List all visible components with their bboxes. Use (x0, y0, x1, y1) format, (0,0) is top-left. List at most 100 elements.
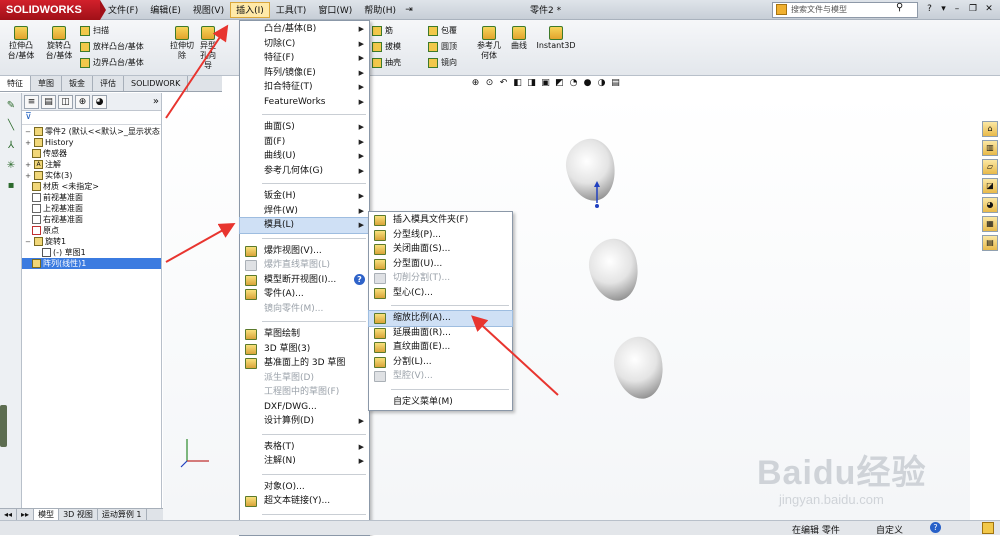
expand-icon[interactable]: + (24, 172, 32, 180)
hide-show-icon[interactable]: ◔ (568, 78, 579, 89)
previous-view-icon[interactable]: ↶ (498, 78, 509, 89)
menu-item[interactable]: 扣合特征(T) ▶ (240, 80, 369, 95)
menu-item[interactable]: 分型面(U)... (369, 257, 512, 272)
dynamic-annotation-icon[interactable]: ◨ (526, 78, 537, 89)
menu-file[interactable]: 文件(F) (102, 2, 144, 18)
tab-evaluate[interactable]: 评估 (93, 76, 124, 91)
tab-solidworks-addins[interactable]: SOLIDWORK (124, 76, 189, 91)
menu-item[interactable]: 自定义菜单(M) (369, 395, 512, 410)
tree-item-sketch1[interactable]: (-) 草图1 (22, 247, 161, 258)
menu-item[interactable]: 分型线(P)... (369, 228, 512, 243)
tree-item-origin[interactable]: 原点 (22, 225, 161, 236)
reference-geometry-button[interactable]: 参考几何体 (474, 26, 504, 61)
search-icon[interactable]: ⚲ (896, 2, 903, 13)
tab-features[interactable]: 特征 (0, 76, 31, 91)
menu-item[interactable]: 钣金(H) ▶ (240, 189, 369, 204)
zoom-to-fit-icon[interactable]: ⊕ (470, 78, 481, 89)
zoom-area-icon[interactable]: ⊙ (484, 78, 495, 89)
expand-icon[interactable]: + (24, 161, 32, 169)
menu-item[interactable]: 延展曲面(R)... (369, 326, 512, 341)
custom-properties-icon[interactable]: ▦ (982, 216, 998, 232)
solidworks-logo[interactable]: SOLIDWORKS (0, 0, 100, 20)
menu-item[interactable]: 曲面(S) ▶ (240, 120, 369, 135)
tab-model[interactable]: 模型 (34, 509, 60, 520)
help-icon[interactable]: ? (354, 273, 365, 285)
resize-grip-icon[interactable] (982, 522, 994, 534)
design-library-icon[interactable]: ▥ (982, 140, 998, 156)
menu-item[interactable]: 爆炸视图(V)... (240, 244, 369, 259)
nav-last-icon[interactable]: ▸▸ (17, 509, 35, 520)
tree-item-top-plane[interactable]: 上视基准面 (22, 203, 161, 214)
tree-item-annotations[interactable]: + A 注解 (22, 159, 161, 170)
forum-icon[interactable]: ▤ (982, 235, 998, 251)
menu-item[interactable]: 分割(L)... (369, 355, 512, 370)
boundary-boss-button[interactable]: 边界凸台/基体 (80, 57, 144, 68)
section-view-icon[interactable]: ◧ (512, 78, 523, 89)
display-manager-tab-icon[interactable]: ◕ (92, 95, 107, 109)
tree-item-solid-bodies[interactable]: + 实体(3) (22, 170, 161, 181)
extrude-cut-button[interactable]: 拉伸切除 (168, 26, 196, 61)
tree-item-right-plane[interactable]: 右视基准面 (22, 214, 161, 225)
minimize-button[interactable]: – (950, 2, 964, 16)
menu-item[interactable]: 对象(O)... (240, 480, 369, 495)
extrude-boss-button[interactable]: 拉伸凸台/基体 (4, 26, 38, 61)
instant3d-button[interactable]: Instant3D (536, 26, 576, 51)
menu-insert[interactable]: 插入(I) (230, 2, 270, 18)
menu-item[interactable]: 设计算例(D) ▶ (240, 414, 369, 429)
menu-item[interactable]: 超文本链接(Y)... (240, 494, 369, 509)
menu-item[interactable]: 插入模具文件夹(F) (369, 213, 512, 228)
body-shape-3[interactable] (609, 332, 669, 404)
menu-item[interactable]: 表格(T) ▶ (240, 440, 369, 455)
menu-item[interactable]: 基准面上的 3D 草图 (240, 356, 369, 371)
help-icon[interactable]: ? (930, 522, 941, 533)
loft-button[interactable]: 放样凸台/基体 (80, 41, 144, 52)
menu-item[interactable]: 缩放比例(A)... (368, 310, 513, 327)
menu-item[interactable]: 特征(F) ▶ (240, 51, 369, 66)
menu-item[interactable]: 切除(C) ▶ (240, 37, 369, 52)
collapse-icon[interactable]: − (24, 238, 32, 246)
side-panel-handle[interactable] (0, 405, 7, 447)
sweep-button[interactable]: 扫描 (80, 25, 109, 36)
draft-button[interactable]: 拔模 (372, 41, 401, 52)
spark-icon[interactable]: ✳ (4, 159, 18, 173)
menu-item[interactable]: 3D 草图(3) (240, 342, 369, 357)
menu-view[interactable]: 视图(V) (187, 2, 230, 18)
status-units[interactable]: 自定义 (876, 523, 903, 536)
tree-filter[interactable]: ⊽ (22, 111, 161, 125)
menu-item[interactable]: FeatureWorks ▶ (240, 95, 369, 110)
menu-item[interactable]: 草图绘制 (240, 327, 369, 342)
collapse-icon[interactable]: − (24, 128, 32, 136)
edit-appearance-icon[interactable]: ● (582, 78, 593, 89)
revolve-boss-button[interactable]: 旋转凸台/基体 (42, 26, 76, 61)
line-icon[interactable]: ╲ (4, 119, 18, 133)
tree-item-linear-pattern1[interactable]: 阵列(线性)1 (22, 258, 161, 269)
menu-help[interactable]: 帮助(H) (358, 2, 402, 18)
view-settings-icon[interactable]: ▤ (610, 78, 621, 89)
menu-tools[interactable]: 工具(T) (270, 2, 313, 18)
tab-motion-study[interactable]: 运动算例 1 (98, 509, 147, 520)
mirror-button[interactable]: 镜向 (428, 57, 457, 68)
tree-item-sensors[interactable]: 传感器 (22, 148, 161, 159)
tree-item-material[interactable]: 材质 <未指定> (22, 181, 161, 192)
appearances-icon[interactable]: ◕ (982, 197, 998, 213)
close-button[interactable]: ✕ (982, 2, 996, 16)
restore-button[interactable]: ❐ (966, 2, 980, 16)
menu-item[interactable]: 凸台/基体(B) ▶ (240, 22, 369, 37)
smart-dimension-icon[interactable]: ✎ (4, 99, 18, 113)
menu-item[interactable]: 曲线(U) ▶ (240, 149, 369, 164)
part-icon[interactable]: ▪ (4, 179, 18, 193)
tab-3d-views[interactable]: 3D 视图 (59, 509, 98, 520)
expand-icon[interactable]: » (153, 95, 159, 108)
menu-item[interactable]: 直纹曲面(E)... (369, 340, 512, 355)
wrap-button[interactable]: 包覆 (428, 25, 457, 36)
tab-sheet-metal[interactable]: 钣金 (62, 76, 93, 91)
point-icon[interactable]: ⅄ (4, 139, 18, 153)
view-orientation-icon[interactable]: ▣ (540, 78, 551, 89)
help-icon[interactable]: ? (924, 2, 935, 16)
property-manager-tab-icon[interactable]: ▤ (41, 95, 56, 109)
feature-manager-tab-icon[interactable]: ≡ (24, 95, 39, 109)
menu-item[interactable]: DXF/DWG... (240, 400, 369, 415)
configuration-manager-tab-icon[interactable]: ◫ (58, 95, 73, 109)
tree-root[interactable]: − 零件2 (默认<<默认>_显示状态 (22, 126, 161, 137)
menu-edit[interactable]: 编辑(E) (144, 2, 187, 18)
